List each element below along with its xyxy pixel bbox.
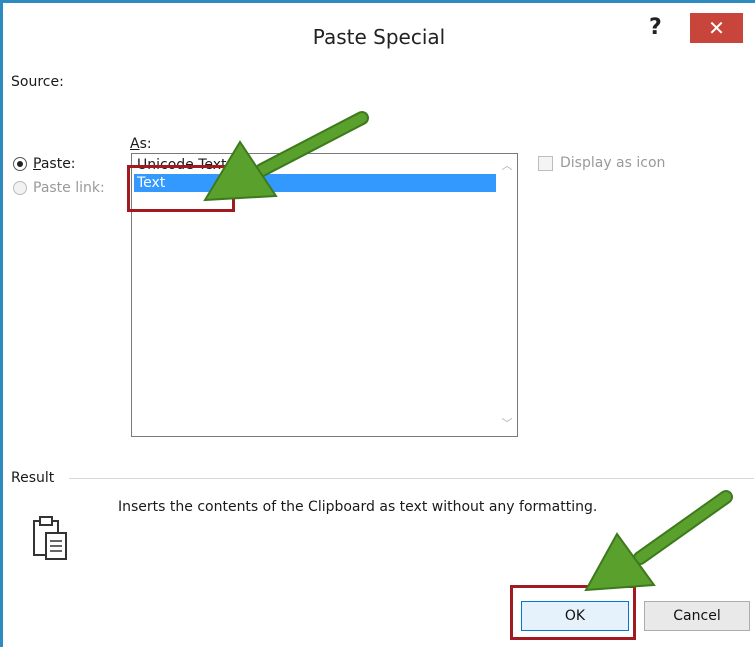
as-label-rest: s: [139,136,152,152]
paste-radio-label: Paste: [33,155,76,173]
as-label: As: [130,135,152,153]
list-item-text[interactable]: Text [134,174,496,192]
clipboard-paste-icon [33,516,67,560]
display-as-icon-label: Display as icon [560,155,666,171]
paste-radio[interactable] [13,157,27,171]
as-label-accesskey: A [130,136,140,152]
paste-radio-accesskey: P [33,156,41,172]
display-as-icon-checkbox[interactable] [538,155,553,171]
result-divider [69,478,754,479]
paste-radio-label-rest: aste: [40,156,76,172]
close-button[interactable]: ✕ [690,13,743,43]
dialog-title: Paste Special [312,25,446,49]
scroll-up-icon[interactable]: ︿ [499,158,515,174]
paste-radio-row[interactable]: Paste: [13,155,76,173]
result-label: Result [11,470,55,486]
source-label: Source: [11,74,64,90]
list-item-unicode-text[interactable]: Unicode Text [134,156,496,174]
paste-link-radio-label: Paste link: [33,180,105,196]
ok-button[interactable]: OK [521,601,629,631]
paste-link-radio-row[interactable]: Paste link: [13,179,105,197]
paste-link-radio[interactable] [13,181,27,195]
cancel-button[interactable]: Cancel [644,601,750,631]
title-bar: Paste Special ? ✕ [3,3,755,49]
as-listbox[interactable]: Unicode Text Text ︿ ﹀ [131,153,518,437]
scroll-down-icon[interactable]: ﹀ [499,416,515,432]
display-as-icon-row[interactable]: Display as icon [538,155,665,171]
help-button[interactable]: ? [649,17,662,39]
result-description: Inserts the contents of the Clipboard as… [118,499,598,515]
paste-special-dialog: Paste Special ? ✕ Source: As: Paste: Pas… [0,0,755,647]
